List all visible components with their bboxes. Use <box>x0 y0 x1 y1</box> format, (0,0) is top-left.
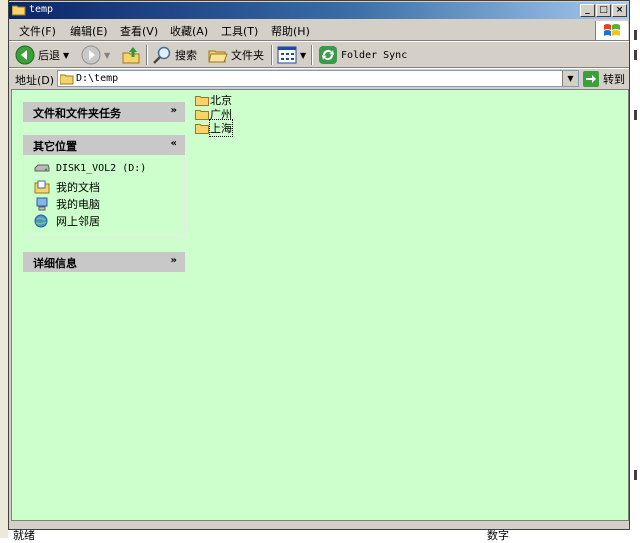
sync-icon <box>319 46 337 64</box>
address-bar: 地址(D) D:\temp ▼ 转到 <box>9 69 629 89</box>
toolbar-separator-1 <box>146 45 148 65</box>
standard-toolbar: 后退 ▼ ▼ 搜索 文件夹 ▼ Folder Sync <box>9 42 629 68</box>
folder-icon <box>195 95 209 106</box>
back-dropdown-icon[interactable]: ▼ <box>63 51 69 60</box>
menu-edit[interactable]: 编辑(E) <box>70 23 108 39</box>
menu-bar: 文件(F) 编辑(E) 查看(V) 收藏(A) 工具(T) 帮助(H) <box>9 20 629 40</box>
up-button[interactable] <box>121 44 141 66</box>
folder-icon <box>12 5 26 16</box>
status-bar: 就绪 数字 <box>9 522 629 542</box>
details-title: 详细信息 <box>33 257 77 270</box>
menu-view[interactable]: 查看(V) <box>120 23 158 39</box>
place-drive-label: DISK1_VOL2 (D:) <box>56 162 147 174</box>
chevron-up-icon[interactable]: « <box>171 138 177 149</box>
search-button[interactable]: 搜索 <box>152 44 197 66</box>
other-places-title: 其它位置 <box>33 140 77 153</box>
close-button[interactable]: × <box>612 4 627 17</box>
folder-icon <box>195 123 209 134</box>
network-icon <box>34 214 48 228</box>
forward-dropdown-icon[interactable]: ▼ <box>104 51 110 60</box>
forward-arrow-icon <box>81 45 101 65</box>
desktop-left-edge <box>0 0 8 538</box>
address-value: D:\temp <box>76 73 119 84</box>
folders-label: 文件夹 <box>231 49 264 62</box>
search-icon <box>153 46 171 64</box>
place-my-documents-label: 我的文档 <box>56 181 100 194</box>
folder-up-icon <box>122 47 140 64</box>
folders-button[interactable]: 文件夹 <box>208 44 264 66</box>
other-places-panel: DISK1_VOL2 (D:) 我的文档 我的电脑 网上邻居 <box>23 155 185 238</box>
go-button[interactable]: 转到 <box>583 70 625 88</box>
my-documents-icon <box>34 180 50 194</box>
chevron-down-icon[interactable]: » <box>171 255 177 266</box>
windows-logo-icon <box>595 21 628 40</box>
folder-item[interactable]: 上海 <box>195 119 233 137</box>
views-button[interactable]: ▼ <box>277 44 306 66</box>
drive-icon <box>34 164 50 172</box>
place-my-computer[interactable]: 我的电脑 <box>34 196 100 212</box>
toolbar-separator-2 <box>271 45 273 65</box>
minimize-button[interactable]: _ <box>580 4 595 17</box>
folder-icon <box>195 109 209 120</box>
address-dropdown-icon[interactable]: ▼ <box>562 71 578 86</box>
forward-button[interactable]: ▼ <box>81 44 110 66</box>
file-tasks-header[interactable]: 文件和文件夹任务 » <box>23 102 185 122</box>
menu-favorites[interactable]: 收藏(A) <box>170 23 208 39</box>
menu-help[interactable]: 帮助(H) <box>271 23 310 39</box>
other-places-header[interactable]: 其它位置 « <box>23 135 185 155</box>
folders-icon <box>208 50 228 63</box>
go-label: 转到 <box>603 73 625 86</box>
chevron-down-icon[interactable]: » <box>171 105 177 116</box>
back-button[interactable]: 后退 ▼ <box>15 44 69 66</box>
title-bar[interactable]: temp _ □ × <box>9 2 629 19</box>
file-tasks-title: 文件和文件夹任务 <box>33 107 121 120</box>
toolbar-separator-3 <box>311 45 313 65</box>
address-input[interactable]: D:\temp ▼ <box>57 70 579 87</box>
search-label: 搜索 <box>175 49 197 62</box>
folder-sync-label: Folder Sync <box>341 49 408 61</box>
window-title: temp <box>29 4 54 15</box>
place-network[interactable]: 网上邻居 <box>34 213 100 229</box>
folder-label-focused: 上海 <box>209 119 233 137</box>
menu-tools[interactable]: 工具(T) <box>221 23 258 39</box>
desktop-right-edge <box>630 0 640 538</box>
folder-sync-button[interactable]: Folder Sync <box>318 44 407 66</box>
place-my-documents[interactable]: 我的文档 <box>34 179 100 195</box>
views-dropdown-icon[interactable]: ▼ <box>300 51 306 60</box>
back-arrow-icon <box>15 45 35 65</box>
menu-file[interactable]: 文件(F) <box>19 23 56 39</box>
back-label: 后退 <box>38 49 60 62</box>
maximize-button[interactable]: □ <box>596 4 611 17</box>
go-arrow-icon <box>583 71 599 87</box>
address-label: 地址(D) <box>15 74 55 87</box>
place-drive[interactable]: DISK1_VOL2 (D:) <box>34 162 146 174</box>
status-text: 就绪 <box>13 529 35 542</box>
details-header[interactable]: 详细信息 » <box>23 252 185 272</box>
folder-view[interactable]: 文件和文件夹任务 » 其它位置 « DISK1_VOL2 (D:) 我的文档 我… <box>11 89 629 521</box>
folder-icon <box>60 74 74 85</box>
place-network-label: 网上邻居 <box>56 215 100 228</box>
views-icon <box>277 46 297 64</box>
place-my-computer-label: 我的电脑 <box>56 198 100 211</box>
status-numlock: 数字 <box>487 529 509 542</box>
my-computer-icon <box>36 197 48 211</box>
